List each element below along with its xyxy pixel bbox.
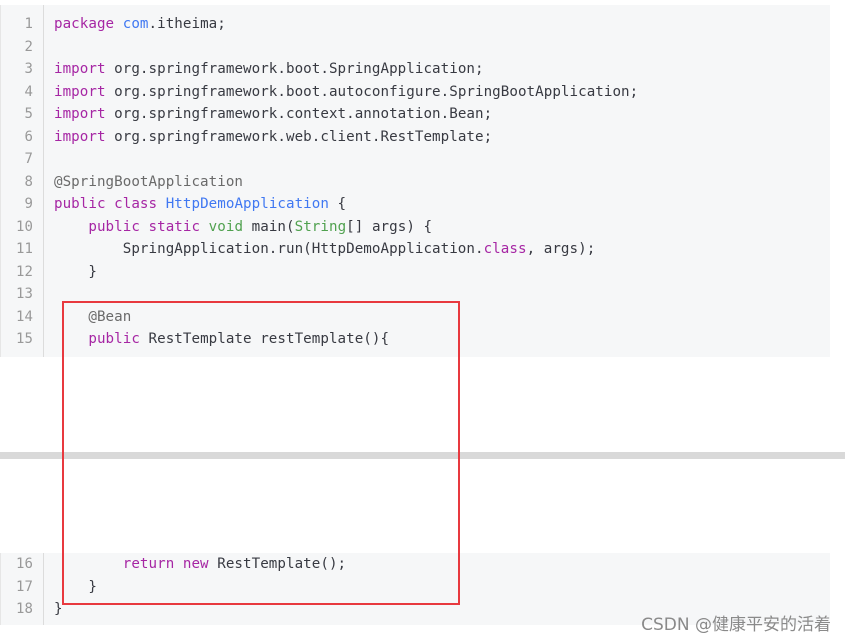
code-token: class [483,241,527,257]
code-token: import [54,83,115,100]
line-number: 17 [16,578,33,595]
code-token: org.springframework.boot.autoconfigure.S… [114,83,639,100]
code-token: { [328,196,347,212]
code-token: } [54,263,97,280]
line-number: 1 [24,16,33,32]
line-number: 4 [24,83,33,100]
code-text: import org.springframework.context.annot… [54,103,492,125]
code-token: import [54,106,115,122]
line-number: 9 [24,196,33,212]
code-token: , args); [526,241,596,257]
line-number: 3 [24,61,33,77]
code-token: class [114,196,166,212]
line-number: 2 [24,38,33,55]
code-token: @SpringBootApplication [54,173,244,190]
code-text: public static void main(String[] args) { [54,216,432,238]
code-text: public class HttpDemoApplication { [54,193,346,215]
code-token: public [54,218,149,235]
code-token: org.springframework.web.client.RestTempl… [114,128,493,145]
line-number: 12 [16,263,33,280]
code-token: HttpDemoApplication [165,196,329,212]
code-text: @SpringBootApplication [54,171,243,193]
code-text: import org.springframework.boot.SpringAp… [54,58,484,80]
line-number: 7 [24,151,33,167]
line-number: 18 [16,601,33,617]
line-number: 14 [16,308,33,325]
code-text: } [54,261,97,283]
code-token: import [54,61,115,77]
code-token: [] args) { [346,218,433,235]
code-token: package [54,16,123,32]
code-text: SpringApplication.run(HttpDemoApplicatio… [54,238,596,260]
code-text: import org.springframework.boot.autoconf… [54,81,638,103]
code-token: void [208,218,252,235]
line-number: 8 [24,173,33,190]
line-number: 10 [16,218,33,235]
line-number: 15 [16,331,33,347]
code-token: main( [251,218,295,235]
code-token: static [148,218,209,235]
code-text: import org.springframework.web.client.Re… [54,126,492,148]
code-token: String [294,218,347,235]
line-number: 5 [24,106,33,122]
code-token: import [54,128,115,145]
line-number: 16 [16,556,33,572]
code-token: org.springframework.boot.SpringApplicati… [114,61,484,77]
line-number: 13 [16,286,33,302]
code-token: public [54,196,115,212]
line-number: 11 [16,241,33,257]
code-text: package com.itheima; [54,13,226,35]
line-number: 6 [24,128,33,145]
code-token: com [122,16,149,32]
code-token: SpringApplication.run(HttpDemoApplicatio… [54,241,484,257]
code-token: org.springframework.context.annotation.B… [114,106,493,122]
highlight-box [62,301,460,605]
code-token: .itheima; [148,16,226,32]
watermark: CSDN @健康平安的活着 [641,615,831,635]
